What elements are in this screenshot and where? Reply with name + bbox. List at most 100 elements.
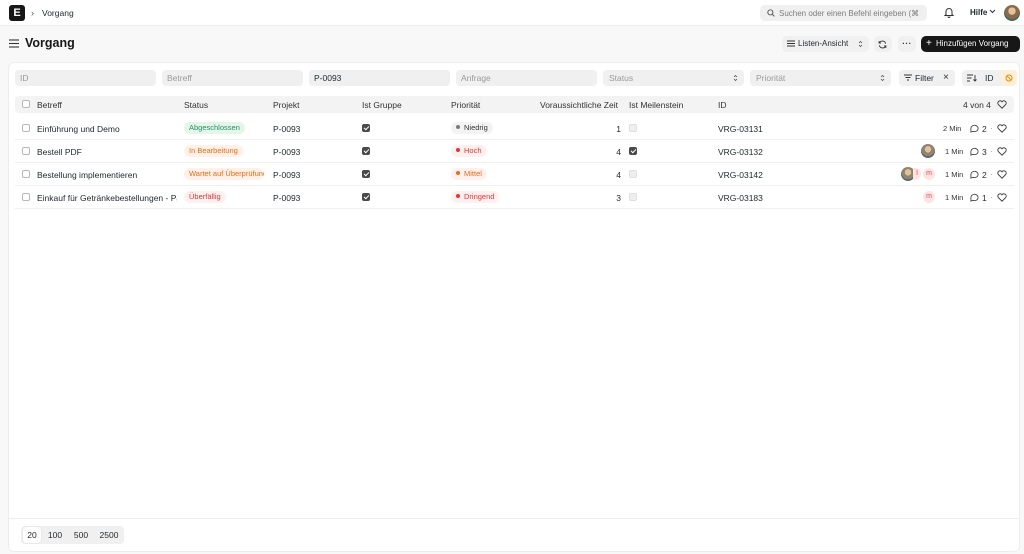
- row-subject[interactable]: Einführung und Demo: [37, 124, 177, 134]
- is-milestone-checkbox: [629, 193, 637, 201]
- col-project[interactable]: Projekt: [273, 100, 299, 110]
- select-all-checkbox[interactable]: [22, 100, 30, 108]
- row-subject[interactable]: Bestell PDF: [37, 147, 177, 157]
- heart-icon[interactable]: [997, 193, 1007, 202]
- row-project: P-0093: [273, 147, 301, 157]
- heart-icon[interactable]: [997, 124, 1007, 133]
- view-switcher-button[interactable]: Listen-Ansicht: [782, 36, 869, 52]
- priority-dot: [456, 171, 460, 175]
- view-switcher-label: Listen-Ansicht: [798, 39, 849, 48]
- table-row[interactable]: Einführung und Demo Abgeschlossen P-0093…: [15, 117, 1014, 140]
- avatar-initial: m: [923, 168, 935, 180]
- row-id: VRG-03142: [718, 170, 763, 180]
- filter-subject-input[interactable]: [162, 70, 303, 86]
- separator: ·: [990, 170, 993, 179]
- priority-label: Dringend: [464, 192, 495, 201]
- separator: ·: [990, 147, 993, 156]
- sort-label: ID: [985, 73, 994, 83]
- filter-id-input[interactable]: [15, 70, 156, 86]
- col-subject[interactable]: Betreff: [37, 100, 62, 110]
- reset-filters-button[interactable]: [1001, 70, 1017, 86]
- row-modified-time: 1 Min: [945, 193, 964, 202]
- filter-status-placeholder: Status: [609, 73, 634, 83]
- filter-icon: [904, 74, 912, 81]
- is-milestone-checkbox: [629, 124, 637, 132]
- filter-project-input[interactable]: [309, 70, 450, 86]
- table-row[interactable]: Bestellung implementieren Wartet auf Übe…: [15, 163, 1014, 186]
- row-count: 4 von 4: [963, 100, 991, 110]
- search-bar[interactable]: [760, 5, 927, 21]
- page-size-20[interactable]: 20: [23, 527, 41, 543]
- filter-priority-placeholder: Priorität: [756, 73, 786, 83]
- heart-icon[interactable]: [997, 170, 1007, 179]
- row-project: P-0093: [273, 193, 301, 203]
- table-row[interactable]: Einkauf für Getränkebestellungen - Pa Üb…: [15, 186, 1014, 209]
- is-group-checkbox: [362, 170, 370, 178]
- is-milestone-checkbox: [629, 147, 637, 155]
- separator: ·: [990, 193, 993, 202]
- page-title: Vorgang: [25, 36, 75, 50]
- heart-icon[interactable]: [997, 147, 1007, 156]
- search-input[interactable]: [779, 5, 924, 21]
- row-expected-time: 3: [616, 193, 621, 203]
- col-is-milestone[interactable]: Ist Meilenstein: [629, 100, 683, 110]
- col-id[interactable]: ID: [718, 100, 727, 110]
- heart-icon[interactable]: [997, 100, 1007, 109]
- status-badge: Abgeschlossen: [184, 122, 245, 134]
- row-modified-time: 1 Min: [945, 147, 964, 156]
- avatar-initial: l: [913, 168, 921, 180]
- row-id: VRG-03132: [718, 147, 763, 157]
- table-header: Betreff Status Projekt Ist Gruppe Priori…: [15, 96, 1014, 113]
- row-checkbox[interactable]: [22, 147, 30, 155]
- clear-filter-icon[interactable]: ×: [943, 72, 949, 84]
- priority-badge: Niedrig: [451, 122, 493, 134]
- page-size-500[interactable]: 500: [69, 527, 93, 543]
- menu-icon[interactable]: [9, 39, 19, 48]
- page-size-100[interactable]: 100: [43, 527, 67, 543]
- page-size-2500[interactable]: 2500: [95, 527, 123, 543]
- navbar: E › Vorgang Hilfe: [0, 0, 1024, 26]
- help-menu[interactable]: Hilfe: [970, 8, 987, 17]
- table-row[interactable]: Bestell PDF In Bearbeitung P-0093 Hoch 4…: [15, 140, 1014, 163]
- col-status[interactable]: Status: [184, 100, 208, 110]
- bell-icon[interactable]: [944, 7, 954, 18]
- breadcrumb[interactable]: Vorgang: [42, 8, 74, 18]
- filter-priority[interactable]: Priorität: [750, 70, 891, 86]
- row-modified-time: 2 Min: [943, 124, 962, 133]
- ban-icon: [1005, 74, 1013, 82]
- row-checkbox[interactable]: [22, 124, 30, 132]
- row-expected-time: 4: [616, 170, 621, 180]
- filter-project[interactable]: [309, 70, 450, 86]
- divider: [9, 518, 1019, 519]
- refresh-button[interactable]: [874, 36, 892, 52]
- filter-status[interactable]: Status: [603, 70, 744, 86]
- row-checkbox[interactable]: [22, 170, 30, 178]
- col-expected-time[interactable]: Voraussichtliche Zeit: [540, 100, 622, 110]
- updown-icon: [733, 74, 738, 82]
- add-vorgang-button[interactable]: + Hinzufügen Vorgang: [921, 36, 1020, 52]
- priority-label: Hoch: [464, 146, 482, 155]
- row-modified-time: 1 Min: [945, 170, 964, 179]
- col-is-group[interactable]: Ist Gruppe: [362, 100, 402, 110]
- priority-badge: Dringend: [451, 191, 500, 203]
- filter-subject[interactable]: [162, 70, 303, 86]
- user-avatar[interactable]: [1004, 5, 1020, 21]
- list-icon: [787, 40, 795, 47]
- sort-button[interactable]: ID: [962, 70, 1006, 86]
- page-size-selector: 20 100 500 2500: [21, 526, 124, 544]
- app-logo[interactable]: E: [9, 5, 25, 21]
- col-priority[interactable]: Priorität: [451, 100, 480, 110]
- filter-id[interactable]: [15, 70, 156, 86]
- row-subject[interactable]: Einkauf für Getränkebestellungen - Pa: [37, 193, 177, 203]
- filter-request-input[interactable]: [456, 70, 597, 86]
- filter-button-label: Filter: [915, 73, 934, 83]
- filter-request[interactable]: [456, 70, 597, 86]
- comment-count: 3: [982, 147, 987, 157]
- priority-badge: Hoch: [451, 145, 487, 157]
- status-badge: In Bearbeitung: [184, 145, 243, 157]
- more-options-button[interactable]: ···: [898, 36, 916, 52]
- priority-label: Mittel: [464, 169, 482, 178]
- row-checkbox[interactable]: [22, 193, 30, 201]
- comment-count: 1: [982, 193, 987, 203]
- row-subject[interactable]: Bestellung implementieren: [37, 170, 177, 180]
